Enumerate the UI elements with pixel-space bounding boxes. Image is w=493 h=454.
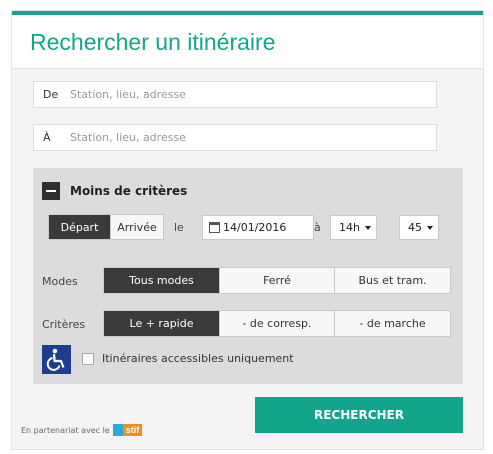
stif-logo[interactable]: stif xyxy=(112,424,143,436)
hour-select[interactable]: 14h xyxy=(330,215,377,240)
to-prefix: À xyxy=(43,131,51,144)
preferences-label: Critères xyxy=(42,318,86,331)
date-value[interactable]: 14/01/2016 xyxy=(223,221,286,234)
preference-option-less-walking[interactable]: - de marche xyxy=(334,311,450,336)
to-field[interactable]: À xyxy=(33,124,437,151)
timing-toggle: Départ Arrivée xyxy=(48,214,164,240)
preferences-selector: Le + rapide - de corresp. - de marche xyxy=(103,310,451,337)
time-label: à xyxy=(314,221,321,234)
partner-text: En partenariat avec le xyxy=(21,425,110,435)
partner-credit: En partenariat avec le stif xyxy=(21,424,143,436)
preference-option-fewer-changes[interactable]: - de corresp. xyxy=(219,311,334,336)
from-prefix: De xyxy=(43,88,59,101)
chevron-down-icon xyxy=(364,225,371,230)
mode-option-rail[interactable]: Ferré xyxy=(219,268,334,293)
search-button[interactable]: RECHERCHER xyxy=(255,397,463,433)
stif-logo-mark xyxy=(112,424,123,436)
modes-selector: Tous modes Ferré Bus et tram. xyxy=(103,267,451,294)
from-field[interactable]: De xyxy=(33,81,437,108)
chevron-down-icon xyxy=(427,225,433,230)
accessible-label[interactable]: Itinéraires accessibles uniquement xyxy=(102,352,294,365)
minute-value: 45 xyxy=(408,221,422,234)
page-title: Rechercher un itinéraire xyxy=(30,29,276,55)
criteria-toggle-label[interactable]: Moins de critères xyxy=(70,184,187,198)
itinerary-search-panel: Rechercher un itinéraire De À Moins de c… xyxy=(11,10,484,450)
date-picker[interactable]: 14/01/2016 xyxy=(202,215,314,240)
accessible-checkbox[interactable] xyxy=(82,353,94,365)
hour-value: 14h xyxy=(339,221,360,234)
to-input[interactable] xyxy=(70,125,436,150)
mode-option-bus-tram[interactable]: Bus et tram. xyxy=(334,268,450,293)
stif-logo-text: stif xyxy=(122,424,143,436)
criteria-toggle[interactable]: Moins de critères xyxy=(42,182,187,200)
calendar-icon[interactable] xyxy=(209,222,220,233)
timing-option-arrivee[interactable]: Arrivée xyxy=(110,215,163,239)
timing-option-depart[interactable]: Départ xyxy=(49,215,110,239)
mode-option-all[interactable]: Tous modes xyxy=(104,268,219,293)
panel-header: Rechercher un itinéraire xyxy=(12,15,483,69)
wheelchair-icon xyxy=(42,345,71,374)
preference-option-fastest[interactable]: Le + rapide xyxy=(104,311,219,336)
from-input[interactable] xyxy=(70,82,436,107)
minus-icon[interactable] xyxy=(42,182,60,200)
criteria-section: Moins de critères Départ Arrivée le 14/0… xyxy=(33,168,463,384)
date-label: le xyxy=(174,221,184,234)
modes-label: Modes xyxy=(42,275,78,288)
minute-select[interactable]: 45 xyxy=(399,215,439,240)
